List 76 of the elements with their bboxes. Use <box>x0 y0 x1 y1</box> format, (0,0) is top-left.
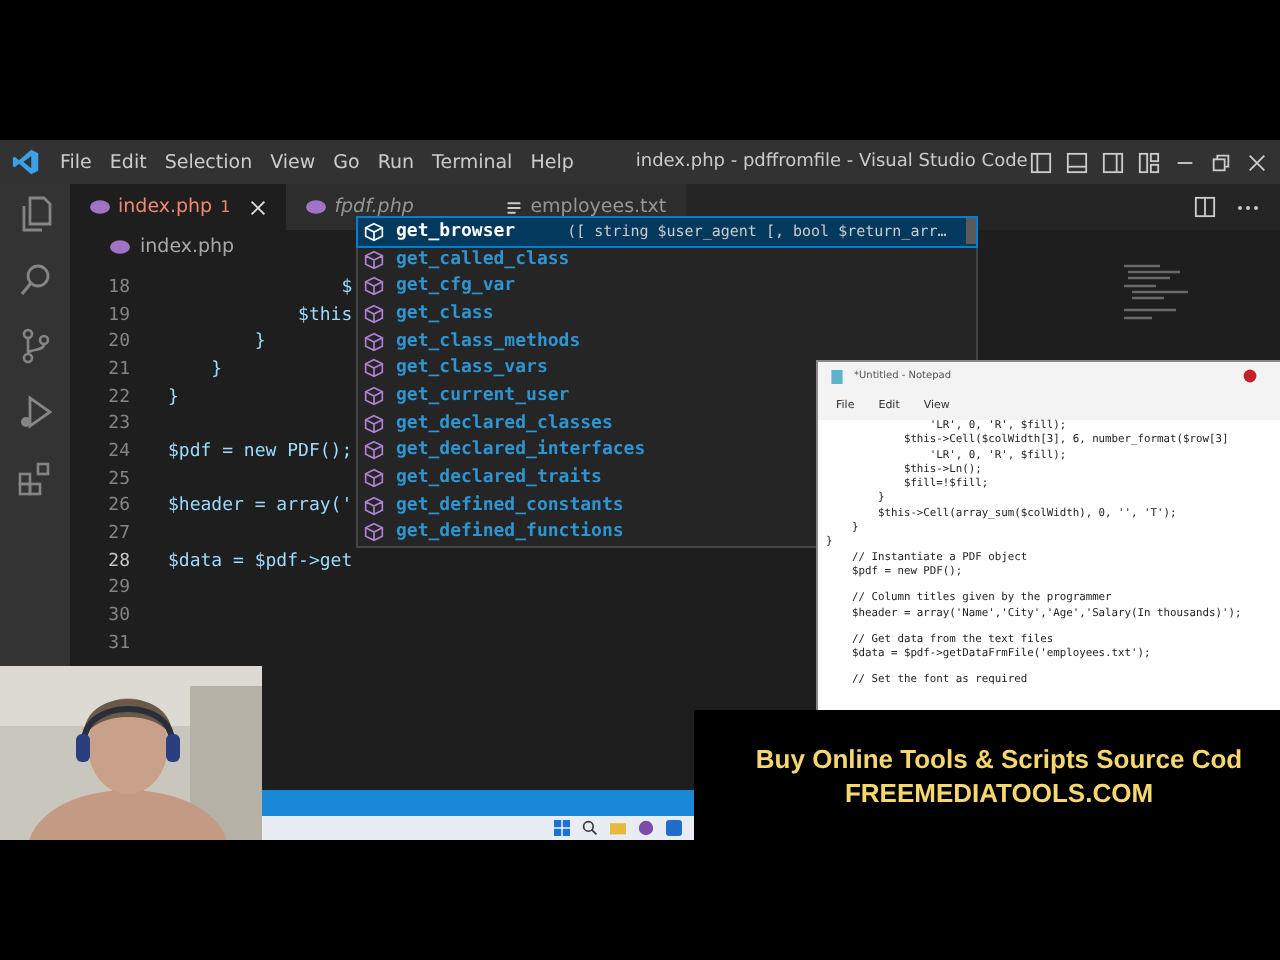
tab-label: fpdf.php <box>334 196 414 218</box>
menu-item[interactable]: Terminal <box>432 151 513 173</box>
cube-icon <box>364 385 384 406</box>
scrollbar[interactable] <box>966 218 976 244</box>
line-number: 31 <box>106 633 130 654</box>
vscode-logo-icon <box>12 148 40 176</box>
banner-text: Buy Online Tools & Scripts Source Cod <box>755 743 1243 773</box>
editor-tab[interactable]: index.php 1 <box>70 184 287 230</box>
extensions-icon[interactable] <box>15 458 55 498</box>
menu-item[interactable]: File <box>60 151 92 173</box>
php-file-icon <box>90 200 110 214</box>
record-icon <box>1242 368 1258 384</box>
code-line: $this <box>296 305 353 326</box>
code-line: $pdf = new PDF(); <box>168 441 353 462</box>
line-number: 28 <box>106 551 130 572</box>
cube-icon <box>364 468 384 489</box>
line-number: 22 <box>106 387 130 408</box>
menu-item[interactable]: View <box>270 151 316 173</box>
cube-icon <box>364 495 384 516</box>
code-line: } <box>252 332 266 353</box>
suggestion-item[interactable]: get_cfg_var <box>358 272 976 301</box>
problem-count: 1 <box>220 198 231 216</box>
line-number: 25 <box>106 469 130 490</box>
suggestion-item[interactable]: get_called_class <box>358 245 976 273</box>
layout-icon[interactable] <box>1066 151 1088 173</box>
line-number: 20 <box>106 332 130 353</box>
cube-icon <box>364 522 384 543</box>
windows-start-icon[interactable] <box>554 820 570 836</box>
close-icon[interactable] <box>1246 151 1268 173</box>
search-icon[interactable] <box>582 820 598 836</box>
text-file-icon <box>506 199 523 215</box>
layout-icon[interactable] <box>1102 151 1124 173</box>
php-file-icon <box>110 239 130 253</box>
line-number: 23 <box>106 414 130 435</box>
breadcrumb[interactable]: index.php <box>140 235 235 257</box>
code-line: $data = $pdf->get <box>168 551 353 572</box>
more-icon[interactable] <box>1236 203 1260 211</box>
line-number: 19 <box>106 305 130 326</box>
close-icon[interactable] <box>250 199 267 215</box>
code-line: $ <box>339 277 353 298</box>
menu-item[interactable]: Run <box>377 151 415 173</box>
menu-item[interactable]: Selection <box>164 151 253 173</box>
cube-icon <box>364 303 384 324</box>
cube-icon <box>364 249 384 270</box>
cube-icon <box>364 413 384 434</box>
window-title: index.php - pdffromfile - Visual Studio Code <box>635 152 1028 172</box>
menu-item[interactable]: Go <box>333 151 360 173</box>
tab-label: employees.txt <box>530 196 667 218</box>
line-number: 27 <box>106 524 130 545</box>
tab-label: index.php <box>118 196 213 218</box>
line-number: 29 <box>106 578 130 599</box>
line-number: 24 <box>106 441 130 462</box>
code-line: } <box>209 359 223 380</box>
suggestion-item[interactable]: get_class_methods <box>358 327 976 355</box>
code-line: $header = array(' <box>168 496 353 517</box>
cube-icon <box>364 221 384 242</box>
split-editor-icon[interactable] <box>1194 196 1216 218</box>
suggestion-item[interactable]: get_class <box>358 300 976 328</box>
line-number: 30 <box>106 606 130 627</box>
code-line: } <box>168 387 179 408</box>
layout-icon[interactable] <box>1030 151 1052 173</box>
php-file-icon <box>306 200 327 214</box>
customize-layout-icon[interactable] <box>1138 151 1160 173</box>
line-number: 21 <box>106 359 130 380</box>
menu-item[interactable]: Help <box>530 151 574 173</box>
cube-icon <box>364 440 384 461</box>
line-number: 18 <box>106 277 130 298</box>
cube-icon <box>364 358 384 379</box>
banner-text: FREEMEDIATOOLS.COM <box>844 777 1154 807</box>
cube-icon <box>364 331 384 352</box>
line-number: 26 <box>106 496 130 517</box>
menu-item[interactable]: Edit <box>109 151 147 173</box>
restore-icon[interactable] <box>1210 151 1232 173</box>
notepad-icon <box>830 367 844 385</box>
cube-icon <box>364 276 384 297</box>
run-debug-icon[interactable] <box>15 392 55 432</box>
